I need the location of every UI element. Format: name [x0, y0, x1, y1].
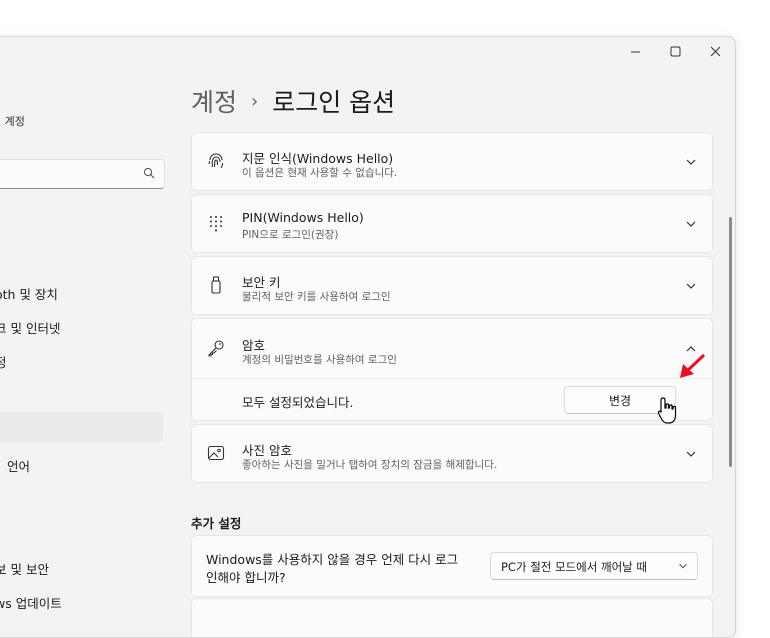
close-button[interactable]	[695, 37, 735, 65]
password-status: 모두 설정되었습니다.	[242, 395, 354, 410]
signin-question-line2: 인해야 합니까?	[206, 570, 286, 585]
section-title-additional: 추가 설정	[191, 516, 242, 531]
dropdown-value: PC가 절전 모드에서 깨어날 때	[501, 560, 647, 574]
card-subtitle: 물리적 보안 키를 사용하여 로그인	[242, 291, 391, 303]
chevron-down-icon	[686, 451, 696, 457]
sidebar-item-time-language[interactable]: 언어	[7, 456, 30, 475]
settings-window: 설 계정 oth 및 장치 크 및 인터넷 정 언어 보 및 보안 ws 업데이…	[0, 36, 736, 638]
card-subtitle: PIN으로 로그인(권장)	[242, 229, 339, 241]
sidebar-item-accounts-selected[interactable]	[0, 412, 163, 442]
card-subtitle: 계정의 비밀번호를 사용하여 로그인	[242, 354, 397, 366]
card-subtitle: 좋아하는 사진을 밀거나 탭하여 장치의 잠금을 해제합니다.	[242, 459, 498, 471]
minimize-icon	[630, 51, 640, 52]
card-picture-password[interactable]: 사진 암호 좋아하는 사진을 밀거나 탭하여 장치의 잠금을 해제합니다.	[191, 424, 713, 483]
hand-cursor-icon	[657, 397, 677, 424]
chevron-down-icon	[686, 283, 696, 289]
search-input[interactable]	[0, 159, 165, 189]
breadcrumb-parent[interactable]: 계정	[191, 83, 237, 119]
card-subtitle: 이 옵션은 현재 사용할 수 없습니다.	[242, 167, 398, 179]
sidebar-item-windows-update[interactable]: ws 업데이트	[0, 593, 62, 612]
card-signin-required: Windows를 사용하지 않을 경우 언제 다시 로그 인해야 합니까? PC…	[191, 535, 713, 597]
sidebar-item-privacy-security[interactable]: 보 및 보안	[0, 559, 49, 578]
chevron-down-icon	[686, 221, 696, 227]
scrollbar-thumb[interactable]	[729, 217, 732, 467]
sidebar-item-bluetooth[interactable]: oth 및 장치	[0, 284, 58, 303]
minimize-button[interactable]	[615, 37, 655, 65]
close-icon	[710, 46, 720, 56]
usb-key-icon	[211, 276, 221, 294]
key-icon	[208, 340, 224, 357]
card-title: PIN(Windows Hello)	[242, 210, 364, 225]
chevron-down-icon	[679, 563, 687, 569]
pin-keypad-icon	[210, 216, 222, 232]
picture-icon	[207, 445, 225, 461]
sidebar-account-label: 설 계정	[0, 115, 25, 128]
breadcrumb-separator: ›	[251, 90, 259, 112]
card-fingerprint[interactable]: 지문 인식(Windows Hello) 이 옵션은 현재 사용할 수 없습니다…	[191, 132, 713, 191]
annotation-arrow-icon	[680, 353, 706, 378]
breadcrumb: 계정 › 로그인 옵션	[191, 83, 395, 119]
card-next	[191, 598, 713, 637]
sidebar-item-personalization[interactable]: 정	[0, 352, 7, 371]
maximize-button[interactable]	[655, 37, 695, 65]
card-security-key[interactable]: 보안 키 물리적 보안 키를 사용하여 로그인	[191, 256, 713, 315]
chevron-down-icon	[686, 159, 696, 165]
signin-required-dropdown[interactable]: PC가 절전 모드에서 깨어날 때	[490, 552, 698, 580]
search-icon	[143, 167, 155, 179]
card-pin[interactable]: PIN(Windows Hello) PIN으로 로그인(권장)	[191, 194, 713, 253]
fingerprint-icon	[208, 153, 224, 169]
maximize-icon	[670, 46, 680, 56]
card-password[interactable]: 암호 계정의 비밀번호를 사용하여 로그인	[191, 318, 713, 379]
sidebar-item-network[interactable]: 크 및 인터넷	[0, 318, 60, 337]
signin-question-line1: Windows를 사용하지 않을 경우 언제 다시 로그	[206, 552, 459, 567]
page-title: 로그인 옵션	[272, 88, 396, 117]
password-expanded-panel: 모두 설정되었습니다. 변경	[191, 378, 713, 421]
